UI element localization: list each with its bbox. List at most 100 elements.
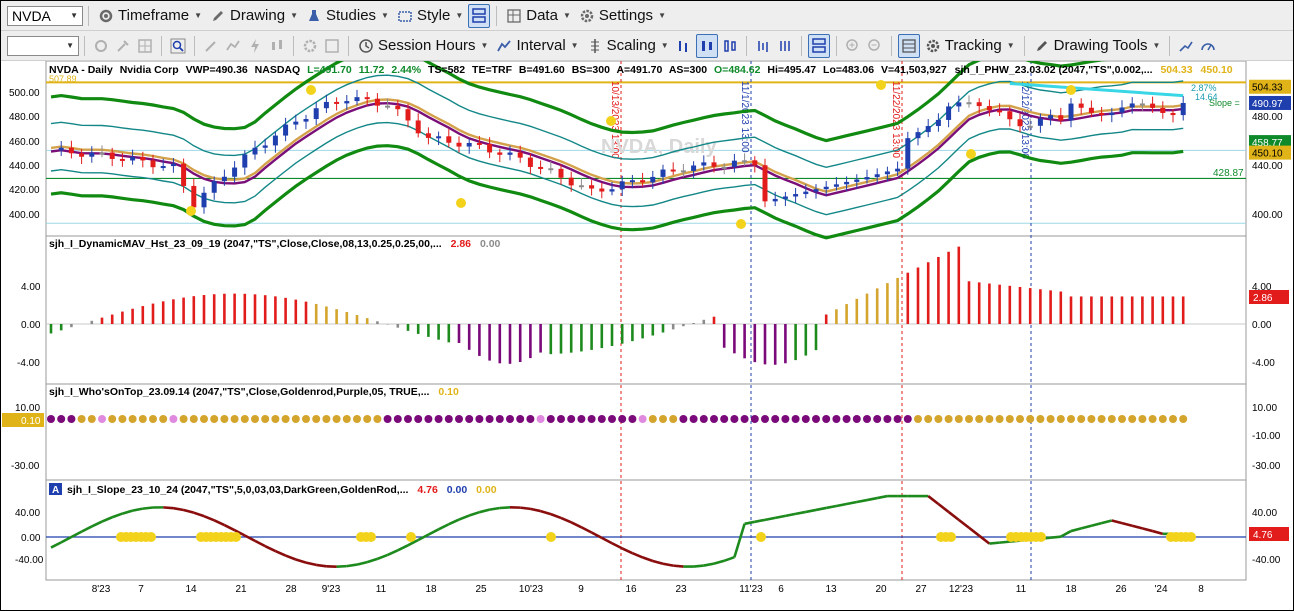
- candle-body: [89, 152, 95, 157]
- interval-combo[interactable]: ▼: [7, 35, 79, 56]
- candle-body: [334, 101, 340, 104]
- candle-body: [558, 168, 564, 178]
- whos-dot: [414, 415, 423, 423]
- drawing-tools-menu[interactable]: Drawing Tools ▼: [1030, 34, 1165, 58]
- right-whos-tick-minus10: -10.00: [1252, 431, 1281, 442]
- whos-dot: [506, 415, 514, 423]
- dynmav-v2: 0.00: [480, 238, 501, 250]
- candle-body: [79, 153, 85, 157]
- whos-dot: [108, 415, 117, 423]
- time-tick: 28: [285, 584, 297, 595]
- candles-icon: [272, 39, 282, 50]
- slope-segment: [520, 506, 531, 511]
- tracking-menu[interactable]: Tracking ▼: [921, 34, 1019, 58]
- candle-body: [364, 97, 370, 100]
- interval-label: Interval: [516, 37, 566, 54]
- scaling-menu[interactable]: Scaling ▼: [583, 34, 673, 58]
- candle-body: [956, 102, 962, 107]
- dynmav-right-badge-text: 2.86: [1253, 293, 1273, 304]
- time-tick: 8'23: [92, 584, 111, 595]
- format-button[interactable]: [322, 35, 342, 57]
- whos-dot: [495, 415, 504, 423]
- whos-dot: [659, 415, 667, 423]
- hollow-candle-button[interactable]: [720, 35, 740, 57]
- trendline-button[interactable]: [1176, 35, 1196, 57]
- speed-button[interactable]: [1198, 35, 1218, 57]
- candle-body: [997, 110, 1003, 113]
- chart-area[interactable]: 10/13/2023 13:00 11/1/2023 13:00 11/22/202…: [1, 61, 1293, 610]
- tools-button[interactable]: [113, 35, 133, 57]
- interval-menu[interactable]: Interval ▼: [492, 34, 582, 58]
- clock-icon: [359, 38, 373, 53]
- data-window-button[interactable]: [897, 33, 920, 58]
- whos-dot: [210, 415, 219, 423]
- ohlc-button[interactable]: [753, 35, 773, 57]
- whos-dot: [393, 415, 402, 423]
- studies-menu[interactable]: Studies ▼: [302, 4, 393, 28]
- whos-dot: [149, 415, 157, 423]
- candle-body: [1017, 119, 1023, 127]
- table-button[interactable]: [135, 35, 155, 57]
- whos-dot: [1118, 415, 1126, 423]
- magic-button[interactable]: [201, 35, 221, 57]
- candle-body: [323, 101, 329, 109]
- candle-body: [895, 168, 901, 172]
- style-menu[interactable]: Style ▼: [393, 4, 467, 28]
- hdr-v1: 504.33: [1160, 64, 1192, 76]
- candle-body: [507, 152, 513, 155]
- flask-icon: [309, 9, 319, 21]
- whos-dot: [699, 415, 708, 423]
- price-tick-460: 460.00: [9, 137, 40, 148]
- dynmav-tick-4: 4.00: [21, 282, 41, 293]
- session-hours-menu[interactable]: Session Hours ▼: [354, 34, 492, 58]
- candle-body: [986, 106, 992, 111]
- whos-dot: [618, 415, 627, 423]
- whos-dot: [546, 415, 555, 423]
- hollow-candle-icon: [723, 39, 736, 52]
- slope-segment: [693, 564, 704, 568]
- candle-body: [691, 165, 697, 171]
- timeframe-menu[interactable]: Timeframe ▼: [94, 4, 206, 28]
- whos-dot: [526, 415, 535, 423]
- properties-button[interactable]: [300, 35, 320, 57]
- drawing-menu[interactable]: Drawing ▼: [206, 4, 302, 28]
- panes-button[interactable]: [807, 33, 830, 58]
- slope-zero-dot: [1036, 532, 1046, 542]
- line-chart-button[interactable]: [775, 35, 795, 57]
- price-tick-420: 420.00: [9, 185, 40, 196]
- whos-dot: [434, 415, 443, 423]
- sync-button[interactable]: [91, 35, 111, 57]
- find-button[interactable]: [168, 35, 188, 57]
- bar-chart-button[interactable]: [674, 35, 694, 57]
- dropdown-arrow-icon: ▼: [658, 11, 666, 20]
- slope-segment: [999, 540, 1010, 544]
- candle-body: [609, 189, 615, 192]
- candle-body: [191, 185, 197, 208]
- zoom-in-button[interactable]: [843, 35, 863, 57]
- whos-dot: [291, 415, 300, 423]
- candle-body: [456, 142, 462, 147]
- candle-body: [864, 177, 870, 180]
- candle-body: [701, 162, 707, 166]
- candle-body: [58, 147, 64, 151]
- studies-label: Studies: [326, 7, 377, 24]
- slope-v2: 0.00: [447, 484, 468, 496]
- whos-dot: [281, 415, 290, 423]
- layout-toggle-button[interactable]: [468, 3, 491, 28]
- candles-button[interactable]: [267, 35, 287, 57]
- slope-v3: 0.00: [476, 484, 497, 496]
- chart-style-button[interactable]: [223, 35, 243, 57]
- pivot-dot: [876, 80, 886, 90]
- symbol-combo[interactable]: NVDA ▼: [7, 5, 83, 26]
- dynmav-v1: 2.86: [451, 238, 472, 250]
- candlestick-button[interactable]: [695, 33, 718, 58]
- candle-body: [283, 124, 289, 136]
- slope-tick-0: 0.00: [21, 533, 41, 544]
- zoom-out-button[interactable]: [865, 35, 885, 57]
- pivot-dot: [1066, 85, 1076, 95]
- settings-menu[interactable]: Settings ▼: [575, 4, 670, 28]
- fast-button[interactable]: [245, 35, 265, 57]
- data-menu[interactable]: Data ▼: [502, 4, 575, 28]
- right-tick-480: 480.00: [1252, 112, 1283, 123]
- candle-body: [915, 132, 921, 139]
